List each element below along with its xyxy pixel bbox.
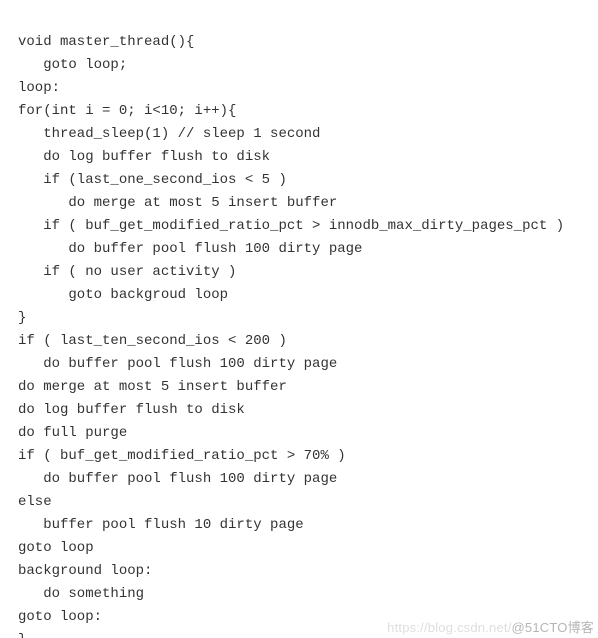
code-line: buffer pool flush 10 dirty page [18,517,304,533]
code-line: do merge at most 5 insert buffer [18,195,337,211]
code-line: goto backgroud loop [18,287,228,303]
code-line: else [18,494,52,510]
code-line: } [18,310,26,326]
code-line: do merge at most 5 insert buffer [18,379,287,395]
code-line: do buffer pool flush 100 dirty page [18,471,337,487]
code-line: do log buffer flush to disk [18,402,245,418]
code-line: void master_thread(){ [18,34,194,50]
code-line: do log buffer flush to disk [18,149,270,165]
code-line: goto loop: [18,609,102,625]
code-line: goto loop; [18,57,127,73]
code-line: thread_sleep(1) // sleep 1 second [18,126,320,142]
code-line: for(int i = 0; i<10; i++){ [18,103,236,119]
code-line: do buffer pool flush 100 dirty page [18,356,337,372]
code-line: if ( buf_get_modified_ratio_pct > 70% ) [18,448,346,464]
code-block: void master_thread(){ goto loop; loop: f… [0,0,598,638]
code-line: goto loop [18,540,94,556]
code-line: } [18,632,26,638]
code-line: do buffer pool flush 100 dirty page [18,241,362,257]
code-line: if (last_one_second_ios < 5 ) [18,172,287,188]
code-line: do full purge [18,425,127,441]
code-line: loop: [18,80,60,96]
code-line: if ( no user activity ) [18,264,236,280]
code-line: if ( last_ten_second_ios < 200 ) [18,333,287,349]
code-line: background loop: [18,563,152,579]
code-line: if ( buf_get_modified_ratio_pct > innodb… [18,218,564,234]
code-line: do something [18,586,144,602]
